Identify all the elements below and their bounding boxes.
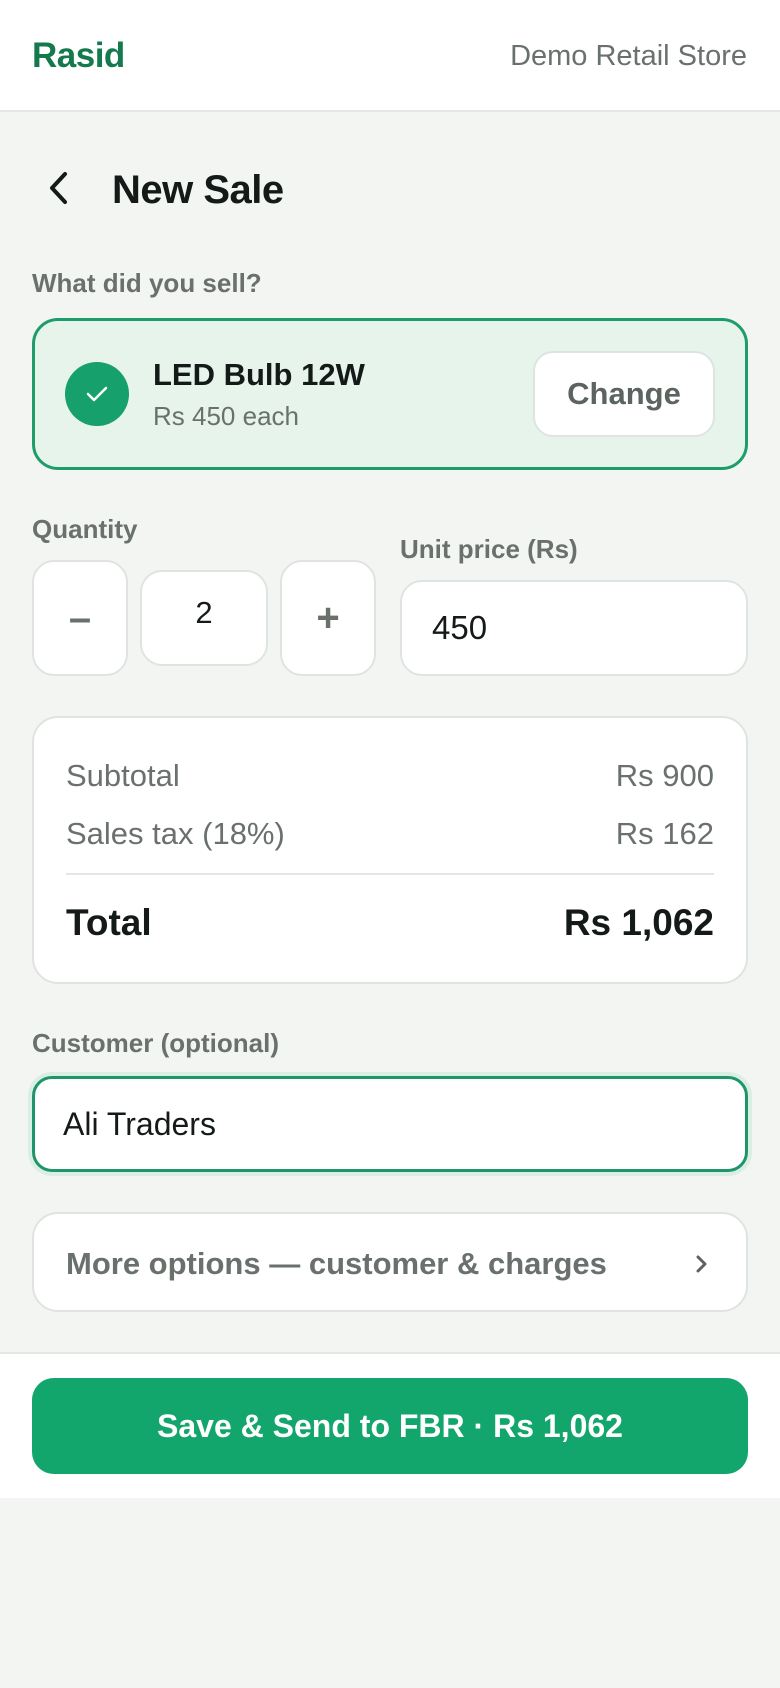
tax-label: Sales tax (18%) [66,816,285,851]
order-summary: Subtotal Rs 900 Sales tax (18%) Rs 162 T… [32,716,748,984]
chevron-left-icon [50,172,67,204]
product-name: LED Bulb 12W [153,357,365,392]
subtotal-value: Rs 900 [615,758,714,793]
selected-product-card[interactable]: LED Bulb 12W Rs 450 each Change [32,318,748,470]
store-name[interactable]: Demo Retail Store [510,40,747,73]
total-label: Total [66,902,152,943]
unit-price-input[interactable] [400,580,748,676]
save-send-fbr-button[interactable]: Save & Send to FBR · Rs 1,062 [32,1378,748,1474]
total-value: Rs 1,062 [563,902,714,943]
back-button[interactable] [38,166,82,210]
total-row: Total Rs 1,062 [66,902,714,944]
product-section-label: What did you sell? [32,268,262,298]
change-product-button[interactable]: Change [533,351,715,437]
page-title: New Sale [112,168,284,212]
quantity-input[interactable] [140,570,268,666]
subtotal-label: Subtotal [66,758,180,793]
app-header: Rasid Demo Retail Store [0,0,780,112]
customer-input[interactable] [32,1076,748,1172]
chevron-right-icon [696,1255,707,1273]
product-price: Rs 450 each [153,401,299,431]
subtotal-row: Subtotal Rs 900 [66,758,714,794]
more-options-button[interactable]: More options — customer & charges [32,1212,748,1312]
unit-price-label: Unit price (Rs) [400,534,578,564]
tax-value: Rs 162 [615,816,714,851]
customer-label: Customer (optional) [32,1028,279,1058]
quantity-label: Quantity [32,514,138,544]
brand-logo: Rasid [32,36,125,75]
quantity-increment-button[interactable]: + [280,560,376,676]
action-footer: Save & Send to FBR · Rs 1,062 [0,1352,780,1498]
summary-divider [66,873,714,875]
more-options-label: More options — customer & charges [66,1246,607,1281]
quantity-decrement-button[interactable]: – [32,560,128,676]
check-icon [65,362,129,426]
tax-row: Sales tax (18%) Rs 162 [66,816,714,852]
